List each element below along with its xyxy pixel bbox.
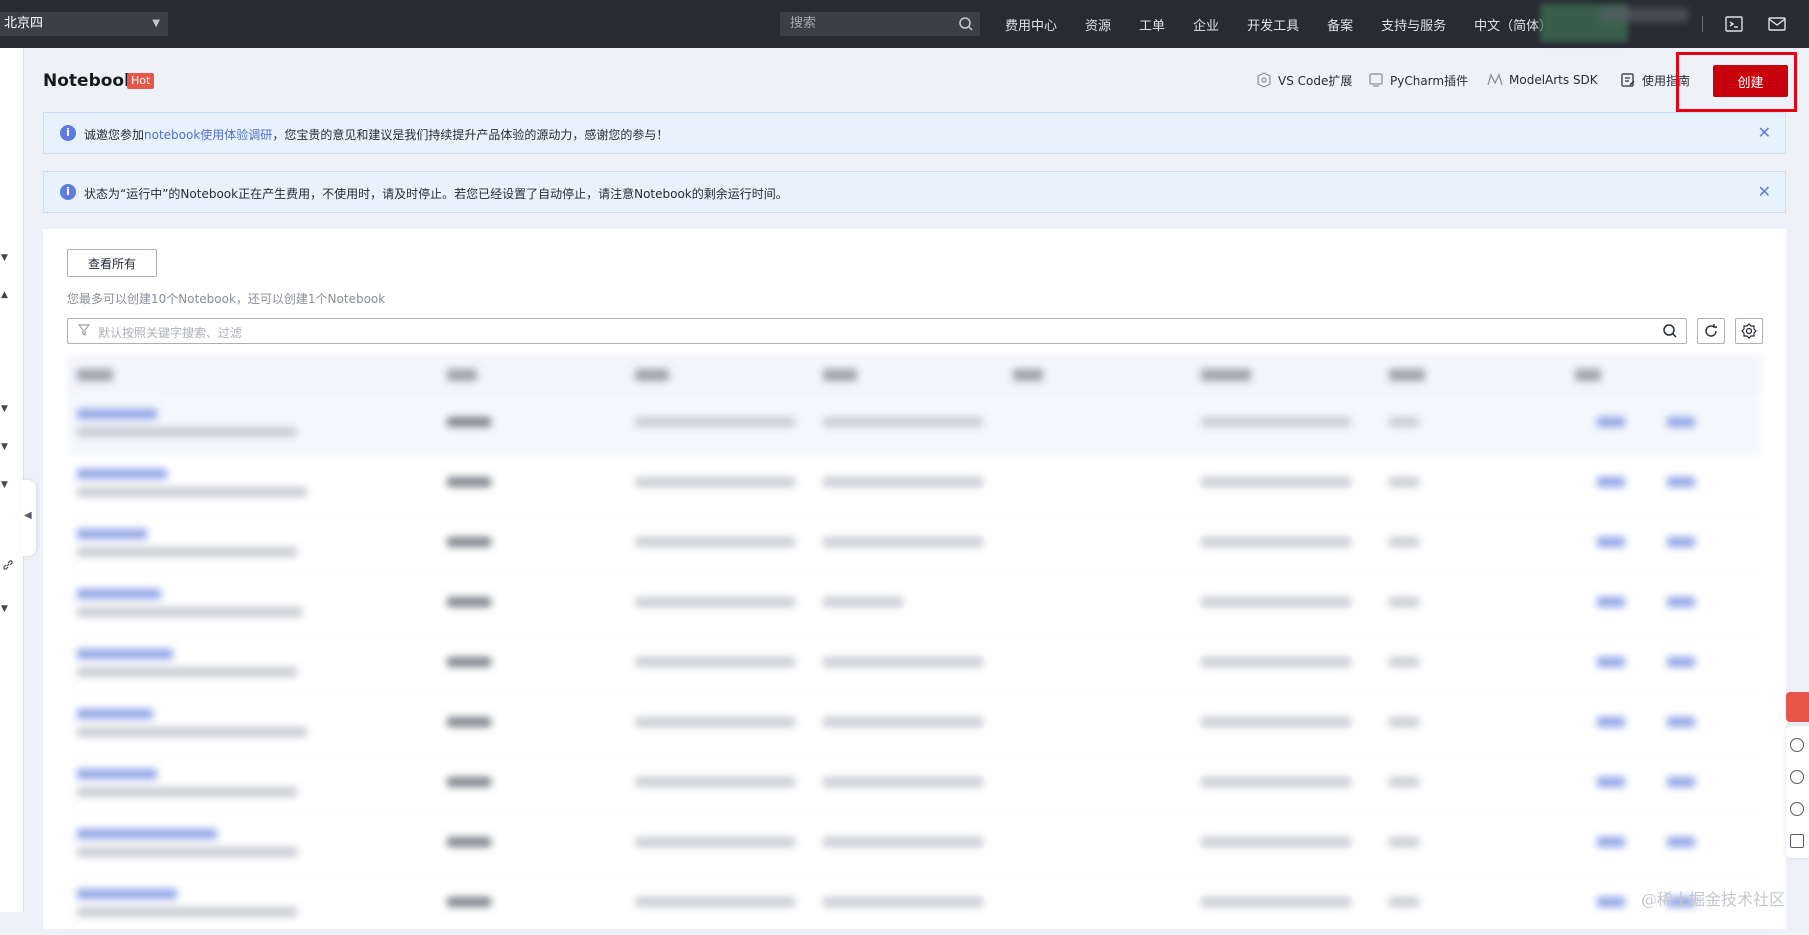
- search-filter-input[interactable]: 默认按照关键字搜索、过滤: [67, 318, 1687, 344]
- refresh-icon: [1705, 324, 1717, 337]
- nav-billing[interactable]: 费用中心: [1005, 15, 1057, 34]
- survey-link[interactable]: notebook使用体验调研: [144, 128, 272, 142]
- modelarts-sdk-label: ModelArts SDK: [1509, 73, 1598, 87]
- highlight-annotation-box: [1676, 52, 1797, 112]
- chevron-down-icon[interactable]: ▼: [1, 253, 8, 263]
- table-row[interactable]: [67, 575, 1762, 635]
- nav-tickets[interactable]: 工单: [1139, 15, 1165, 34]
- chevron-down-icon: ▼: [152, 18, 160, 29]
- search-icon[interactable]: [1662, 323, 1678, 339]
- chevron-down-icon[interactable]: ▼: [1, 404, 8, 414]
- table-row[interactable]: [67, 815, 1762, 875]
- survey-alert: i 诚邀您参加notebook使用体验调研，您宝贵的意见和建议是我们持续提升产品…: [43, 112, 1786, 154]
- pycharm-plugin-label: PyCharm插件: [1390, 73, 1469, 88]
- filter-icon: [78, 324, 90, 336]
- info-icon: i: [60, 184, 76, 200]
- nav-support[interactable]: 支持与服务: [1381, 15, 1446, 34]
- table-header: [67, 355, 1762, 395]
- nav-dev-tools[interactable]: 开发工具: [1247, 15, 1299, 34]
- modelarts-sdk-link[interactable]: ModelArts SDK: [1487, 70, 1598, 90]
- top-navigation-bar: 北京四 ▼ 搜索 费用中心 资源 工单 企业 开发工具 备案 支持与服务 中文（…: [0, 0, 1809, 48]
- table-row[interactable]: [67, 515, 1762, 575]
- help-icon[interactable]: [1790, 802, 1804, 816]
- alert-text: 诚邀您参加: [84, 128, 145, 142]
- view-all-button[interactable]: 查看所有: [67, 249, 157, 277]
- link-icon[interactable]: [2, 559, 14, 571]
- close-icon[interactable]: ✕: [1758, 182, 1771, 201]
- refresh-button[interactable]: [1697, 318, 1725, 344]
- account-name-blurred: [1600, 8, 1688, 22]
- notebook-list-panel: 查看所有 您最多可以创建10个Notebook，还可以创建1个Notebook …: [43, 229, 1786, 935]
- modelarts-icon: [1487, 73, 1503, 86]
- divider: [1702, 16, 1703, 32]
- global-search-input[interactable]: 搜索: [780, 12, 980, 36]
- chevron-left-icon: ◀: [24, 510, 32, 521]
- table-row[interactable]: [67, 395, 1762, 455]
- hot-badge: Hot: [127, 73, 155, 89]
- region-selector[interactable]: 北京四 ▼: [0, 12, 168, 36]
- page-title: Notebook: [43, 71, 136, 91]
- table-row[interactable]: [67, 455, 1762, 515]
- vscode-icon: [1257, 72, 1271, 88]
- top-nav-menu: 费用中心 资源 工单 企业 开发工具 备案 支持与服务 中文（简体）: [1005, 0, 1580, 48]
- vscode-extension-link[interactable]: VS Code扩展: [1256, 70, 1352, 90]
- smile-icon[interactable]: [1790, 738, 1804, 752]
- edit-icon[interactable]: [1790, 834, 1804, 848]
- table-row[interactable]: [67, 755, 1762, 815]
- chevron-down-icon[interactable]: ▼: [1, 442, 8, 452]
- survey-alert-message: 诚邀您参加notebook使用体验调研，您宝贵的意见和建议是我们持续提升产品体验…: [84, 126, 668, 143]
- search-placeholder: 搜索: [790, 16, 817, 31]
- info-icon: i: [60, 125, 76, 141]
- billing-alert: i 状态为“运行中”的Notebook正在产生费用，不使用时，请及时停止。若您已…: [43, 171, 1786, 213]
- settings-button[interactable]: [1735, 318, 1763, 344]
- pycharm-plugin-link[interactable]: PyCharm插件: [1368, 70, 1468, 90]
- quota-text: 您最多可以创建10个Notebook，还可以创建1个Notebook: [67, 292, 386, 306]
- billing-alert-message: 状态为“运行中”的Notebook正在产生费用，不使用时，请及时停止。若您已经设…: [84, 187, 788, 201]
- close-icon[interactable]: ✕: [1758, 123, 1771, 142]
- customer-service-icon[interactable]: [1790, 770, 1804, 784]
- monitor-icon: [1369, 73, 1383, 87]
- region-label: 北京四: [4, 16, 44, 31]
- vscode-extension-label: VS Code扩展: [1278, 73, 1353, 88]
- table-row[interactable]: [67, 635, 1762, 695]
- alert-text: ，您宝贵的意见和建议是我们持续提升产品体验的源动力，感谢您的参与！: [272, 128, 669, 142]
- terminal-icon[interactable]: [1724, 14, 1744, 34]
- nav-resources[interactable]: 资源: [1085, 15, 1111, 34]
- feedback-button[interactable]: [1786, 692, 1809, 722]
- chevron-up-icon[interactable]: ▲: [1, 290, 8, 300]
- chevron-down-icon[interactable]: ▼: [1, 480, 8, 490]
- nav-filing[interactable]: 备案: [1327, 15, 1353, 34]
- nav-enterprise[interactable]: 企业: [1193, 15, 1219, 34]
- watermark: @稀土掘金技术社区: [1641, 890, 1786, 909]
- search-icon[interactable]: [958, 16, 974, 32]
- sidebar-toggle-button[interactable]: ◀: [20, 480, 36, 556]
- floating-toolbar: [1786, 726, 1809, 858]
- table-row[interactable]: [67, 695, 1762, 755]
- guide-icon: [1621, 73, 1635, 87]
- notebook-table-blurred: [67, 355, 1762, 935]
- table-row[interactable]: [67, 875, 1762, 935]
- mail-icon[interactable]: [1767, 14, 1787, 34]
- chevron-down-icon[interactable]: ▼: [1, 604, 8, 614]
- gear-icon: [1741, 323, 1757, 339]
- filter-placeholder: 默认按照关键字搜索、过滤: [98, 326, 243, 340]
